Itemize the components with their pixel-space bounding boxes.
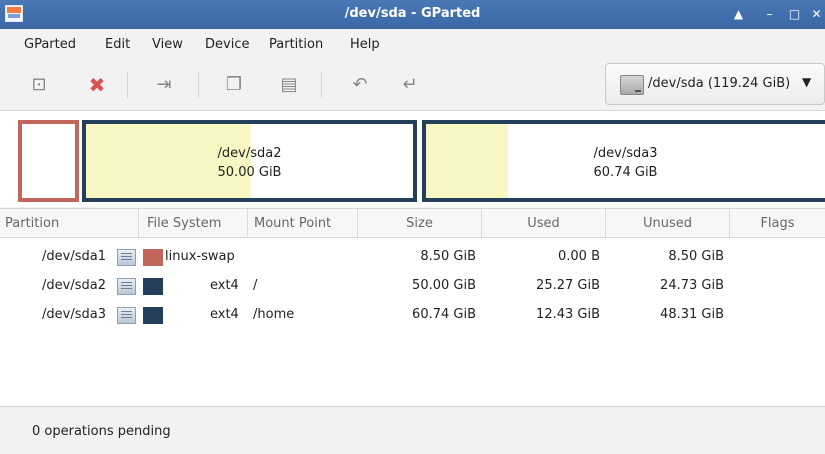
toolbar-separator: [127, 72, 128, 98]
partition-info-icon: [117, 307, 136, 324]
used-cell: 25.27 GiB: [536, 278, 600, 293]
menu-gparted[interactable]: GParted: [24, 37, 76, 52]
status-text: 0 operations pending: [32, 424, 171, 439]
filesystem-color-swatch: [143, 307, 163, 324]
menu-bar: GParted Edit View Device Partition Help: [0, 29, 825, 58]
title-bar: /dev/sda - GParted ▲ – □ ✕: [0, 0, 825, 29]
resize-move-icon[interactable]: ⇥: [151, 72, 177, 98]
filesystem-color-swatch: [143, 278, 163, 295]
partition-size: 50.00 GiB: [217, 165, 282, 180]
device-selector[interactable]: /dev/sda (119.24 GiB) ▼: [605, 63, 825, 105]
new-partition-icon[interactable]: ⊡: [26, 72, 52, 98]
window-title: /dev/sda - GParted: [344, 6, 481, 21]
filesystem-cell: linux-swap: [165, 249, 235, 264]
paste-icon[interactable]: ▤: [276, 72, 302, 98]
unused-cell: 48.31 GiB: [660, 307, 724, 322]
used-cell: 12.43 GiB: [536, 307, 600, 322]
column-header-flags[interactable]: Flags: [730, 209, 825, 238]
column-header-mountpoint[interactable]: Mount Point: [248, 209, 358, 238]
status-bar: 0 operations pending: [0, 406, 825, 454]
maximize-icon[interactable]: □: [785, 5, 804, 23]
column-header-unused[interactable]: Unused: [606, 209, 730, 238]
used-cell: 0.00 B: [558, 249, 600, 264]
copy-icon[interactable]: ❐: [221, 72, 247, 98]
column-header-filesystem[interactable]: File System: [139, 209, 248, 238]
delete-icon[interactable]: ✖: [84, 72, 110, 98]
partition-info-icon: [117, 278, 136, 295]
size-cell: 50.00 GiB: [412, 278, 476, 293]
mountpoint-cell: /: [253, 278, 258, 293]
menu-device[interactable]: Device: [205, 37, 249, 52]
column-header-used[interactable]: Used: [482, 209, 606, 238]
unused-cell: 24.73 GiB: [660, 278, 724, 293]
size-cell: 8.50 GiB: [420, 249, 476, 264]
column-header-partition[interactable]: Partition: [0, 209, 139, 238]
table-row[interactable]: /dev/sda2 ext4 / 50.00 GiB 25.27 GiB 24.…: [0, 273, 825, 299]
minimize-icon[interactable]: –: [760, 5, 779, 23]
toolbar-separator: [198, 72, 199, 98]
table-row[interactable]: /dev/sda1 linux-swap 8.50 GiB 0.00 B 8.5…: [0, 244, 825, 270]
apply-icon[interactable]: ↵: [397, 72, 423, 98]
chevron-down-icon: ▼: [802, 75, 812, 89]
partition-info-icon: [117, 249, 136, 266]
filesystem-color-swatch: [143, 249, 163, 266]
table-header: Partition File System Mount Point Size U…: [0, 209, 825, 238]
menu-view[interactable]: View: [152, 37, 183, 52]
unused-cell: 8.50 GiB: [668, 249, 724, 264]
table-row[interactable]: /dev/sda3 ext4 /home 60.74 GiB 12.43 GiB…: [0, 302, 825, 328]
size-cell: 60.74 GiB: [412, 307, 476, 322]
menu-help[interactable]: Help: [350, 37, 380, 52]
partition-block-sda3[interactable]: /dev/sda3 60.74 GiB: [422, 120, 825, 202]
partition-name: /dev/sda3: [593, 146, 658, 161]
mountpoint-cell: /home: [253, 307, 295, 322]
toolbar-separator: [321, 72, 322, 98]
column-header-size[interactable]: Size: [358, 209, 482, 238]
partition-cell: /dev/sda1: [42, 249, 106, 264]
partition-table: Partition File System Mount Point Size U…: [0, 208, 825, 406]
partition-block-sda1[interactable]: [18, 120, 79, 202]
menu-edit[interactable]: Edit: [105, 37, 130, 52]
disk-map: /dev/sda2 50.00 GiB /dev/sda3 60.74 GiB: [0, 110, 825, 207]
partition-name: /dev/sda2: [217, 146, 282, 161]
undo-icon[interactable]: ↶: [347, 72, 373, 98]
partition-cell: /dev/sda2: [42, 278, 106, 293]
filesystem-cell: ext4: [210, 307, 239, 322]
menu-partition[interactable]: Partition: [269, 37, 323, 52]
keep-above-icon[interactable]: ▲: [729, 5, 748, 23]
hard-disk-icon: [620, 75, 644, 95]
device-label: /dev/sda (119.24 GiB): [648, 76, 791, 91]
partition-block-label: /dev/sda3 60.74 GiB: [426, 144, 825, 182]
filesystem-cell: ext4: [210, 278, 239, 293]
close-icon[interactable]: ✕: [807, 5, 825, 23]
partition-block-label: /dev/sda2 50.00 GiB: [86, 144, 413, 182]
partition-block-sda2[interactable]: /dev/sda2 50.00 GiB: [82, 120, 417, 202]
partition-cell: /dev/sda3: [42, 307, 106, 322]
partition-size: 60.74 GiB: [593, 165, 658, 180]
